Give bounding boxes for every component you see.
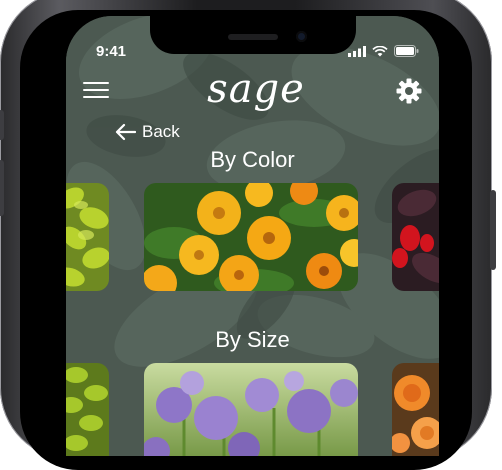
signal-icon: [348, 46, 366, 57]
card-orange-calendula[interactable]: [144, 183, 358, 291]
phone-side-button: [0, 110, 4, 140]
battery-icon: [394, 45, 419, 57]
app-screen: 9:41 sage Back By Color By Size: [66, 16, 439, 456]
back-label: Back: [142, 122, 180, 141]
phone-side-button: [0, 160, 4, 216]
calendula-flowers-image: [144, 183, 358, 291]
status-time: 9:41: [96, 43, 127, 60]
card-red-foliage[interactable]: [392, 183, 439, 291]
wifi-icon: [372, 46, 388, 57]
front-camera: [296, 31, 307, 42]
gear-icon[interactable]: [396, 78, 422, 104]
card-lime-foliage[interactable]: [66, 363, 109, 456]
green-foliage-image: [66, 183, 109, 291]
speaker: [228, 34, 278, 40]
red-foliage-image: [392, 183, 439, 291]
notch: [150, 16, 356, 54]
section-title-by-size: By Size: [215, 327, 290, 352]
allium-flowers-image: [144, 363, 358, 456]
back-button[interactable]: Back: [114, 122, 180, 142]
arrow-left-icon: [115, 123, 136, 141]
status-icons: [348, 45, 419, 57]
section-title-by-color: By Color: [210, 147, 295, 172]
orange-rose-image: [392, 363, 439, 456]
lime-foliage-image: [66, 363, 109, 456]
card-orange-rose[interactable]: [392, 363, 439, 456]
card-purple-allium[interactable]: [144, 363, 358, 456]
app-logo: sage: [207, 66, 305, 112]
phone-side-button: [490, 190, 496, 270]
card-green-foliage[interactable]: [66, 183, 109, 291]
hamburger-menu-icon[interactable]: [83, 82, 109, 102]
